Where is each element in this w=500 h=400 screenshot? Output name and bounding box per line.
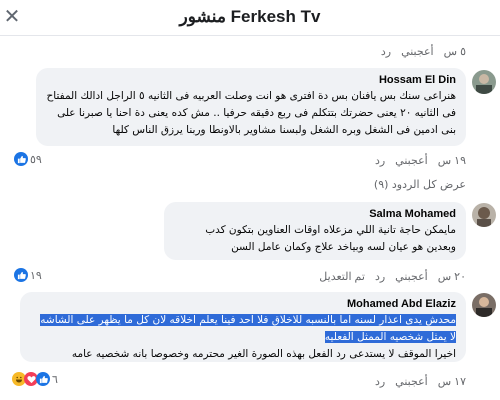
selected-text: محدش يدى اعذار لسنه اما بالنسبه للاخلاق …	[40, 314, 456, 326]
comment-actions: ٥ س أعجبني رد	[381, 45, 466, 58]
avatar[interactable]	[472, 203, 496, 227]
comment-bubble: Mohamed Abd Elaziz محدش يدى اعذار لسنه ا…	[20, 292, 466, 362]
like-button[interactable]: أعجبني	[395, 154, 428, 167]
comment-author[interactable]: Hossam El Din	[46, 74, 456, 86]
comment-bubble: Hossam El Din هنراعى سنك بس يافنان بس دة…	[36, 68, 466, 146]
reaction-count: ١٩	[30, 269, 42, 282]
edited-label: تم التعديل	[319, 271, 365, 283]
comment-bubble: Salma Mohamed مايمكن حاجة تانية اللي مزع…	[164, 202, 466, 260]
thumbs-up-icon	[14, 268, 28, 282]
comment-text-plain: اخيرا الموقف لا يستدعى رد الفعل بهذه الص…	[71, 348, 456, 360]
comment-actions: ٢٠ س أعجبني رد تم التعديل	[319, 270, 466, 283]
like-button[interactable]: أعجبني	[395, 270, 428, 283]
comment-time: ١٩ س	[437, 155, 466, 167]
comment-text: هنراعى سنك بس يافنان بس دة افترى هو انت …	[46, 90, 456, 136]
comment-time: ١٧ س	[437, 376, 466, 388]
reply-button[interactable]: رد	[375, 154, 385, 167]
comment-actions: ١٩ س أعجبني رد	[375, 154, 466, 167]
reaction-count: ٦	[52, 373, 58, 386]
comment-actions: ١٧ س أعجبني رد	[375, 375, 466, 388]
show-replies-link[interactable]: عرض كل الردود (٩)	[374, 178, 466, 191]
reaction-summary[interactable]: ٦	[12, 372, 58, 386]
thumbs-up-icon	[36, 372, 50, 386]
avatar[interactable]	[472, 70, 496, 94]
like-button[interactable]: أعجبني	[395, 375, 428, 388]
selected-text: لا يمثل شخصيه الممثل الفعليه	[324, 331, 456, 343]
reply-button[interactable]: رد	[375, 270, 385, 283]
comment-text: مايمكن حاجة تانية اللي مزعلاه اوقات العن…	[205, 224, 456, 253]
reaction-count: ٥٩	[30, 153, 42, 166]
thumbs-up-icon	[14, 152, 28, 166]
comment-time: ٢٠ س	[437, 271, 466, 283]
comment-text: محدش يدى اعذار لسنه اما بالنسبه للاخلاق …	[30, 312, 456, 363]
post-header: ✕ منشور Ferkesh Tv	[0, 0, 500, 36]
reply-button[interactable]: رد	[375, 375, 385, 388]
reaction-summary[interactable]: ١٩	[14, 268, 42, 282]
like-button[interactable]: أعجبني	[401, 45, 434, 58]
page-title: منشور Ferkesh Tv	[179, 7, 321, 26]
comment-time: ٥ س	[443, 46, 466, 58]
avatar[interactable]	[472, 293, 496, 317]
reply-button[interactable]: رد	[381, 45, 391, 58]
reaction-summary[interactable]: ٥٩	[14, 152, 42, 166]
comment-author[interactable]: Mohamed Abd Elaziz	[30, 298, 456, 310]
comment-author[interactable]: Salma Mohamed	[174, 208, 456, 220]
